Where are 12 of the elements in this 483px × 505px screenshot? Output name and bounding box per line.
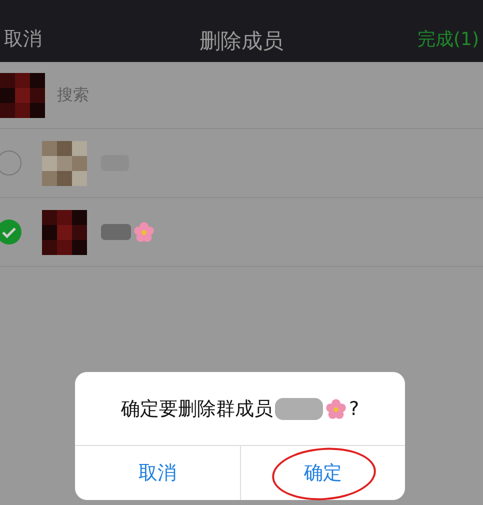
dialog-message: 确定要删除群成员 — [120, 396, 273, 422]
done-link[interactable]: 完成(1) — [418, 27, 479, 51]
blurred-name — [274, 398, 323, 420]
question-mark: ? — [348, 398, 360, 420]
flower-icon — [133, 221, 155, 243]
dialog-button[interactable]: 取消 — [75, 446, 240, 500]
blurred-name — [101, 224, 131, 240]
flower-icon — [324, 398, 347, 420]
dialog-button[interactable]: 确定 — [240, 446, 405, 500]
search-field[interactable]: 搜索 — [57, 84, 89, 106]
screen-title: 删除成员 — [200, 28, 284, 55]
cancel-link[interactable]: 取消 — [4, 26, 42, 52]
